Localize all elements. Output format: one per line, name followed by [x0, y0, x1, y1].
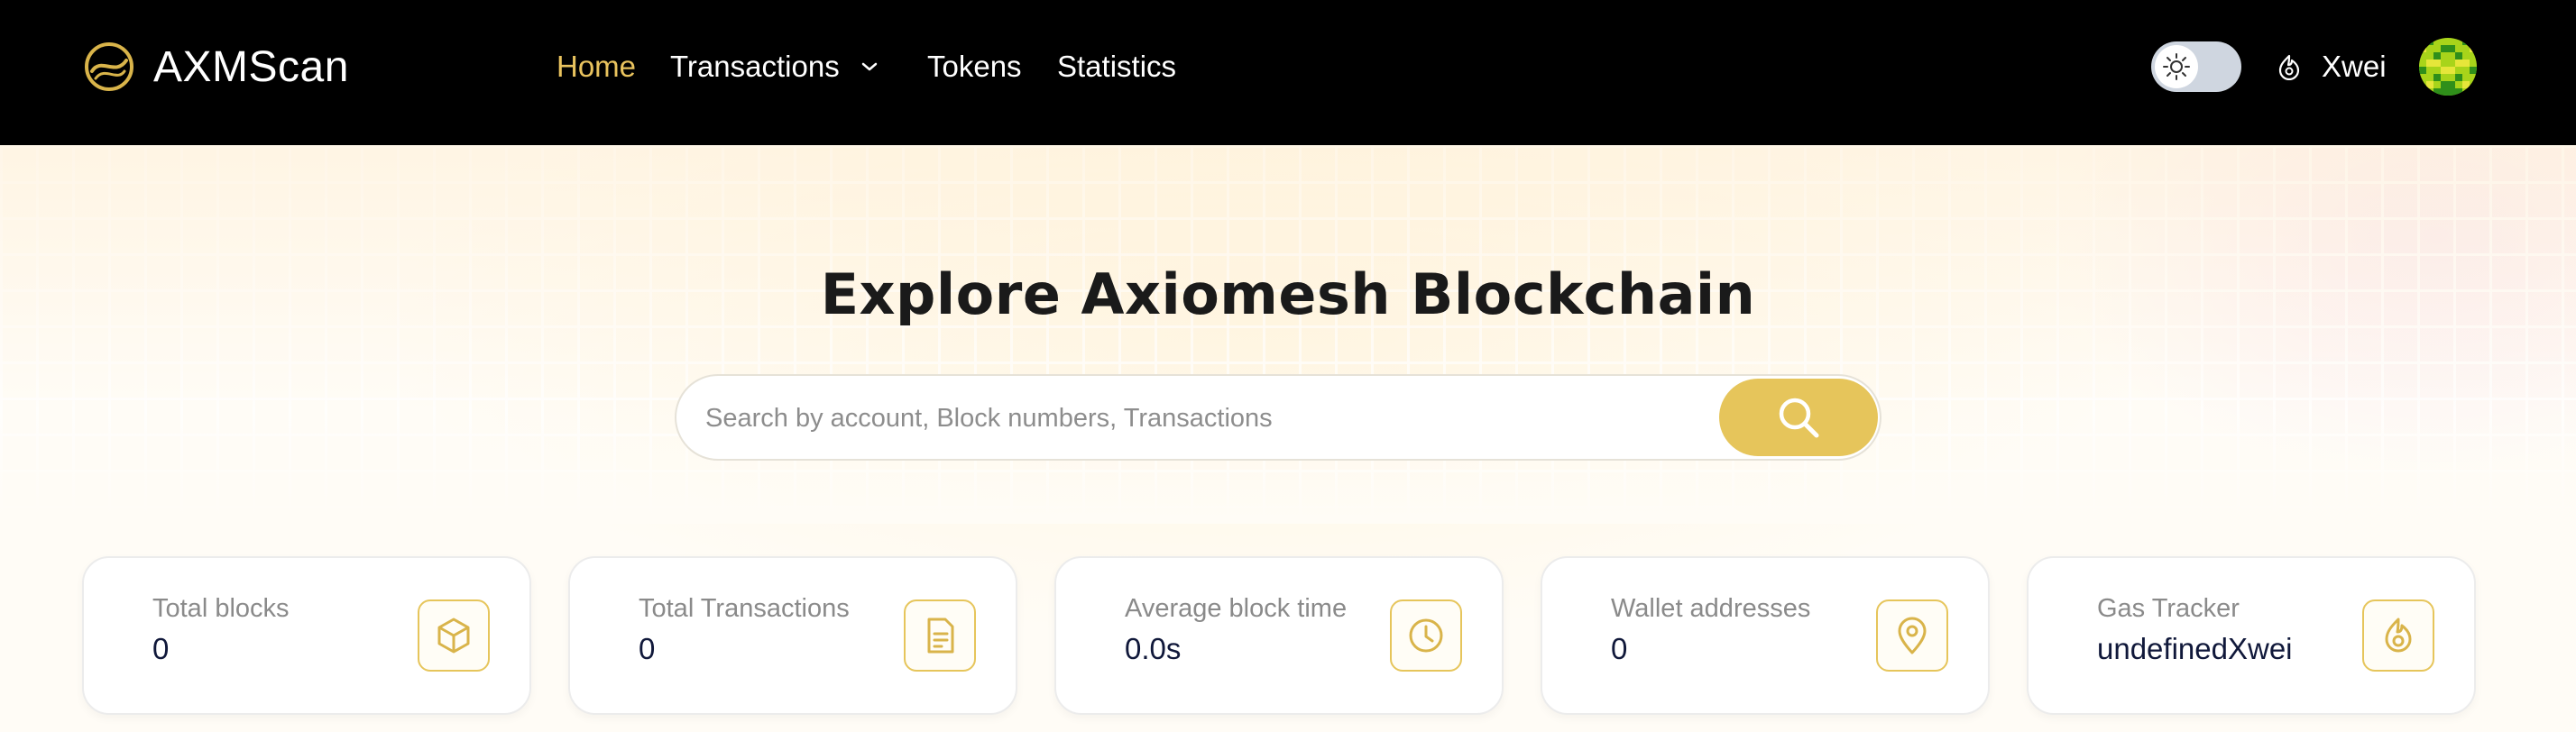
stat-value: undefinedXwei — [2097, 632, 2293, 665]
nav-transactions[interactable]: Transactions — [670, 47, 879, 87]
top-navbar: AXMScan Home Transactions Tokens Statist… — [0, 0, 2576, 145]
search-button[interactable] — [1719, 379, 1878, 456]
background-fade — [0, 145, 2576, 524]
gas-unit: Xwei — [2322, 50, 2387, 83]
stat-value: 0.0s — [1125, 632, 1182, 665]
clock-icon — [1390, 599, 1462, 672]
stat-label: Wallet addresses — [1611, 594, 1811, 623]
stat-value: 0 — [1611, 632, 1628, 665]
cube-icon — [418, 599, 490, 672]
stat-card-wallet-addresses: Wallet addresses 0 — [1541, 556, 1990, 715]
stat-card-gas-tracker: Gas Tracker undefinedXwei — [2027, 556, 2476, 715]
gas-indicator: Xwei — [2277, 47, 2387, 87]
stat-card-total-transactions: Total Transactions 0 — [568, 556, 1017, 715]
brand-name: AXMScan — [153, 42, 349, 91]
search-input[interactable] — [705, 396, 1697, 441]
avatar[interactable] — [2419, 38, 2477, 96]
nav-transactions-label: Transactions — [670, 50, 840, 83]
flame-icon — [2362, 599, 2434, 672]
theme-knob — [2155, 45, 2198, 88]
location-pin-icon — [1876, 599, 1948, 672]
search-icon — [1779, 398, 1819, 438]
page-title: Explore Axiomesh Blockchain — [820, 261, 1756, 327]
stat-label: Average block time — [1125, 594, 1348, 623]
stat-card-average-block-time: Average block time 0.0s — [1054, 556, 1504, 715]
nav-home[interactable]: Home — [557, 47, 636, 87]
avatar-pattern-icon — [2419, 38, 2477, 96]
stat-value: 0 — [152, 632, 170, 665]
chevron-down-icon — [861, 62, 877, 71]
stat-value: 0 — [639, 632, 656, 665]
nav-statistics[interactable]: Statistics — [1057, 47, 1176, 87]
stat-card-total-blocks: Total blocks 0 — [82, 556, 531, 715]
nav-tokens[interactable]: Tokens — [927, 47, 1022, 87]
flame-icon — [2278, 54, 2300, 80]
logo-icon — [85, 42, 133, 91]
theme-toggle[interactable] — [2151, 41, 2241, 92]
document-icon — [904, 599, 976, 672]
stat-label: Gas Tracker — [2097, 594, 2240, 623]
stat-label: Total blocks — [152, 594, 290, 623]
search-bar — [675, 374, 1881, 461]
stat-label: Total Transactions — [639, 594, 850, 623]
brand-logo[interactable]: AXMScan — [83, 40, 349, 94]
sun-icon — [2163, 53, 2190, 80]
